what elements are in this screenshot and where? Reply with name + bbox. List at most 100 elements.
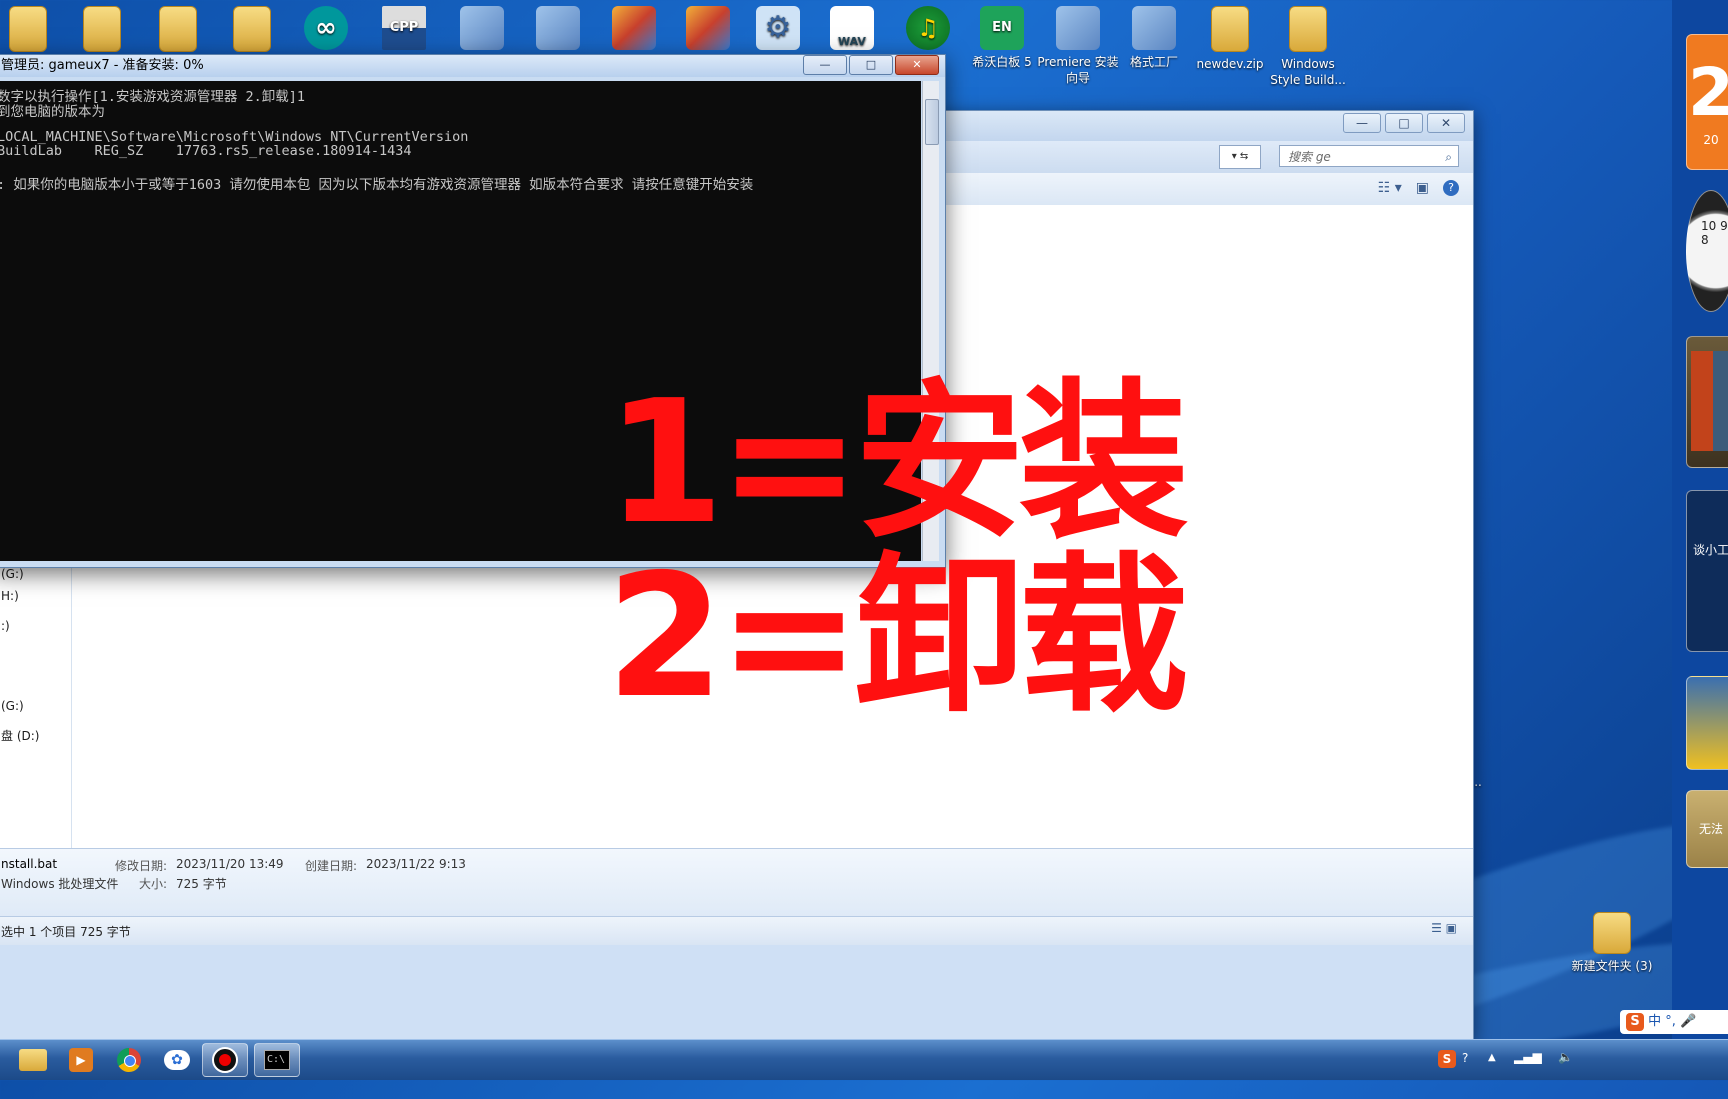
arduino-icon: ∞ <box>304 6 348 50</box>
nav-item-drive[interactable]: :) <box>1 619 10 633</box>
taskbar: ▶ ✿ C:\ S ? ▲ ▂▄▆ 🔈 <box>0 1039 1728 1080</box>
desktop-icon[interactable]: ∞ <box>284 6 368 54</box>
search-placeholder: 搜索 ge <box>1288 150 1331 164</box>
details-created-label: 创建日期: <box>305 859 358 873</box>
calendar-year: 20 <box>1703 133 1719 147</box>
overlay-uninstall-text: 2=卸载 <box>606 538 1189 736</box>
nav-item-drive[interactable]: (G:) <box>1 567 24 581</box>
clock-face-icon: 10 9 8 <box>1701 219 1728 247</box>
notes-gadget[interactable]: 谈小工 <box>1686 490 1728 652</box>
minimize-button[interactable]: — <box>803 55 847 75</box>
toolbar-icons: ☷ ▾ ▣ ? <box>1378 180 1459 196</box>
puzzle-tiles <box>1691 351 1728 451</box>
desktop-icon[interactable]: Premiere 安装向导 <box>1036 6 1120 86</box>
desktop-icon-label: Windows Style Build... <box>1270 57 1346 87</box>
address-dropdown[interactable]: ▾ ⇆ <box>1219 145 1261 169</box>
taskbar-console-button[interactable]: C:\ <box>254 1043 300 1077</box>
desktop-icon[interactable] <box>60 6 144 56</box>
taskbar-chrome-button[interactable] <box>106 1043 152 1077</box>
desktop-icon[interactable]: ⚙ <box>736 6 820 54</box>
console-line: 到您电脑的版本为 <box>0 103 105 120</box>
folder-icon <box>19 1049 47 1071</box>
system-tray: S ? ▲ ▂▄▆ 🔈 <box>1428 1040 1728 1080</box>
puzzle-gadget[interactable] <box>1686 336 1728 468</box>
wav-icon: WAV <box>830 6 874 50</box>
view-options-icon[interactable]: ☷ ▾ <box>1378 180 1402 196</box>
desktop-icon[interactable] <box>592 6 676 54</box>
icon-badge: WAV <box>838 35 866 48</box>
close-button[interactable]: ✕ <box>1427 113 1465 133</box>
desktop-icon[interactable]: ♫ <box>886 6 970 54</box>
app-icon <box>1056 6 1100 50</box>
details-filetype: Windows 批处理文件 <box>1 877 119 891</box>
search-input[interactable]: 搜索 ge ⌕ <box>1279 145 1459 167</box>
search-icon[interactable]: ⌕ <box>1445 146 1452 168</box>
nav-item-drive[interactable]: (G:) <box>1 699 24 713</box>
app-icon <box>460 6 504 50</box>
music-icon: ♫ <box>906 6 950 50</box>
desktop-icon-new-folder[interactable]: 新建文件夹 (3) <box>1570 912 1654 974</box>
record-icon <box>212 1047 238 1073</box>
sogou-icon[interactable]: S <box>1438 1050 1456 1068</box>
volume-icon[interactable]: 🔈 <box>1558 1050 1573 1064</box>
ime-toolbar[interactable]: S 中 °, 🎤 <box>1620 1010 1728 1034</box>
desktop-icon[interactable] <box>136 6 220 56</box>
folder-icon <box>1593 912 1631 954</box>
details-modified-value: 2023/11/20 13:49 <box>176 857 284 871</box>
maximize-button[interactable]: □ <box>1385 113 1423 133</box>
desktop-icon-label: newdev.zip <box>1196 57 1264 71</box>
chrome-icon <box>117 1048 141 1072</box>
console-window-buttons: — □ ✕ <box>803 55 939 75</box>
taskbar-media-button[interactable]: ▶ <box>58 1043 104 1077</box>
taskbar-recorder-button[interactable] <box>202 1043 248 1077</box>
calendar-gadget[interactable]: 2 20 <box>1686 34 1728 170</box>
console-line: BuildLab REG_SZ 17763.rs5_release.180914… <box>0 143 412 160</box>
nav-item-drive[interactable]: 盘 (D:) <box>1 727 39 744</box>
desktop-icon[interactable]: newdev.zip <box>1188 6 1272 72</box>
help-icon[interactable]: ? <box>1443 180 1459 196</box>
taskbar-cloud-button[interactable]: ✿ <box>154 1043 200 1077</box>
details-size-value: 725 字节 <box>176 877 227 891</box>
nav-item-drive[interactable]: H:) <box>1 589 19 603</box>
console-titlebar[interactable]: 管理员: gameux7 - 准备安装: 0% — □ ✕ <box>0 55 945 77</box>
console-title: 管理员: gameux7 - 准备安装: 0% <box>1 58 204 73</box>
clock-gadget[interactable]: 10 9 8 <box>1686 190 1728 312</box>
desktop-icon[interactable]: WAV <box>810 6 894 54</box>
ime-punct[interactable]: °, <box>1665 1014 1676 1029</box>
weather-gadget[interactable]: 无法 <box>1686 790 1728 868</box>
microphone-icon[interactable]: 🎤 <box>1680 1014 1696 1029</box>
details-created-value: 2023/11/22 9:13 <box>366 857 466 871</box>
desktop-icon[interactable] <box>440 6 524 54</box>
details-modified-label: 修改日期: <box>115 859 168 873</box>
devcpp-icon: CPP <box>382 6 426 50</box>
scrollbar-thumb[interactable] <box>925 99 939 145</box>
explorer-window-buttons: — □ ✕ <box>1343 113 1465 133</box>
desktop-icon[interactable] <box>516 6 600 54</box>
desktop-icon-label: 希沃白板 5 <box>972 55 1032 69</box>
tray-expand-icon[interactable]: ▲ <box>1488 1052 1496 1063</box>
overlay-install-text: 1=安装 <box>606 364 1189 562</box>
game-icon <box>686 6 730 50</box>
ime-mode[interactable]: 中 <box>1648 1014 1661 1029</box>
zip-icon <box>1211 6 1249 52</box>
maximize-button[interactable]: □ <box>849 55 893 75</box>
status-bar: 选中 1 个项目 725 字节 ☰ ▣ <box>0 916 1473 945</box>
minimize-button[interactable]: — <box>1343 113 1381 133</box>
calendar-day: 2 <box>1688 54 1728 131</box>
desktop-icon[interactable]: 格式工厂 <box>1112 6 1196 70</box>
preview-pane-icon[interactable]: ▣ <box>1416 180 1429 196</box>
network-icon[interactable]: ▂▄▆ <box>1514 1050 1542 1064</box>
help-tray-icon[interactable]: ? <box>1462 1051 1468 1065</box>
close-button[interactable]: ✕ <box>895 55 939 75</box>
settings-icon: ⚙ <box>756 6 800 50</box>
desktop-icon[interactable]: CPP <box>362 6 446 54</box>
folder-icon <box>83 6 121 52</box>
view-toggle-icon[interactable]: ☰ ▣ <box>1431 921 1457 935</box>
desktop-icon[interactable] <box>210 6 294 56</box>
desktop-icon[interactable]: EN 希沃白板 5 <box>960 6 1044 70</box>
slideshow-gadget[interactable] <box>1686 676 1728 770</box>
console-line: : 如果你的电脑版本小于或等于1603 请勿使用本包 因为以下版本均有游戏资源管… <box>0 176 754 193</box>
desktop-icon[interactable]: Windows Style Build... <box>1266 6 1350 88</box>
taskbar-explorer-button[interactable] <box>10 1043 56 1077</box>
console-icon: C:\ <box>264 1050 290 1070</box>
